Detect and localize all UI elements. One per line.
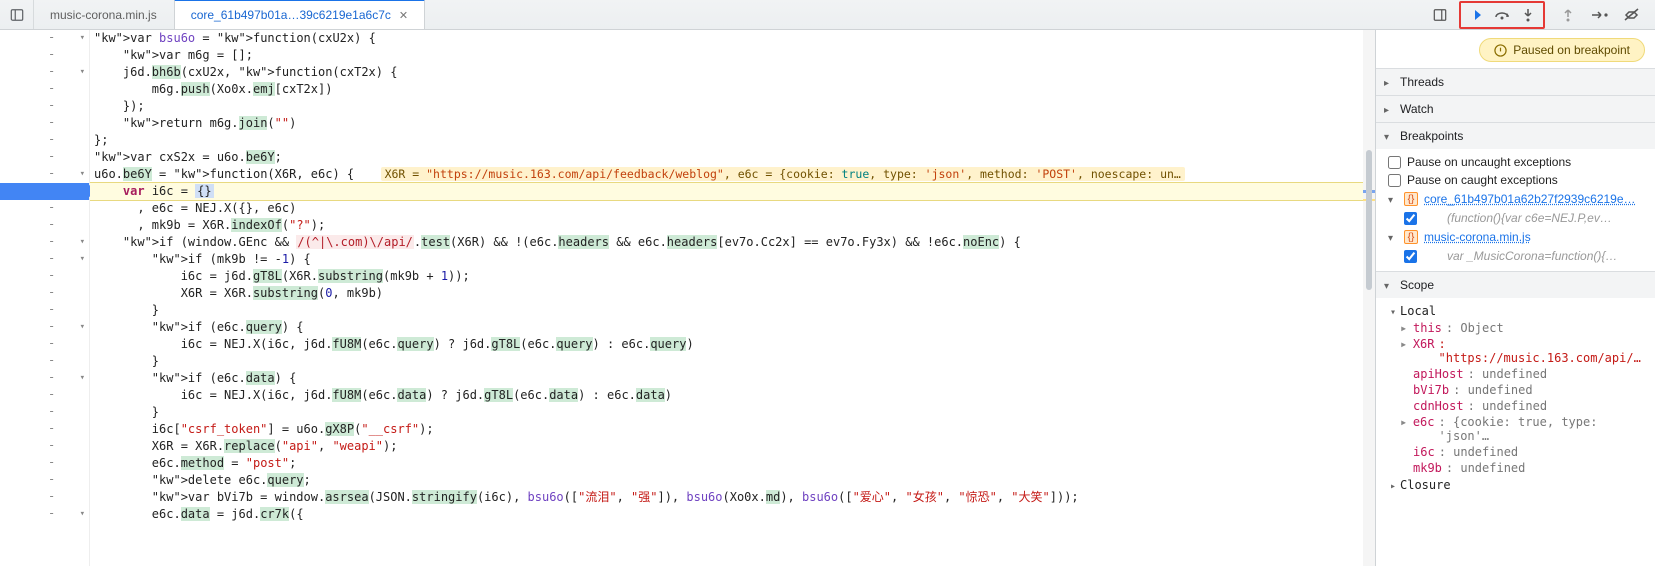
resume-icon[interactable] — [1463, 4, 1489, 26]
paused-label: Paused on breakpoint — [1513, 43, 1630, 57]
scope-cdnHost[interactable]: cdnHost: undefined — [1384, 398, 1651, 414]
section-scope[interactable]: Scope — [1376, 272, 1655, 298]
scope-i6c[interactable]: i6c: undefined — [1384, 444, 1651, 460]
debugger-sidebar: Paused on breakpoint Threads Watch Break… — [1375, 30, 1655, 566]
section-threads[interactable]: Threads — [1376, 69, 1655, 95]
breakpoint-file-1[interactable]: {}core_61b497b01a62b27f2939c6219e… — [1384, 189, 1651, 209]
close-icon[interactable]: ✕ — [399, 9, 408, 22]
scope-apiHost[interactable]: apiHost: undefined — [1384, 366, 1651, 382]
tab-core-active[interactable]: core_61b497b01a…39c6219e1a6c7c ✕ — [174, 0, 425, 29]
scope-X6R[interactable]: ▸X6R: "https://music.163.com/api/… — [1384, 336, 1651, 366]
tab-label: music-corona.min.js — [50, 8, 157, 22]
deactivate-breakpoints-icon[interactable] — [1619, 4, 1645, 26]
step-over-icon[interactable] — [1489, 4, 1515, 26]
step-icon[interactable] — [1587, 4, 1613, 26]
scope-local[interactable]: Local — [1384, 302, 1651, 320]
scrollbar[interactable] — [1363, 30, 1375, 566]
pause-uncaught-checkbox[interactable]: Pause on uncaught exceptions — [1384, 153, 1651, 171]
code-editor[interactable]: "kw">var bsu6o = "kw">function(cxU2x) { … — [90, 30, 1375, 566]
paused-status: Paused on breakpoint — [1479, 38, 1645, 62]
section-watch[interactable]: Watch — [1376, 96, 1655, 122]
scope-e6c[interactable]: ▸e6c: {cookie: true, type: 'json'… — [1384, 414, 1651, 444]
scope-mk9b[interactable]: mk9b: undefined — [1384, 460, 1651, 476]
scope-this[interactable]: ▸this: Object — [1384, 320, 1651, 336]
breakpoint-entry-2[interactable]: var _MusicCorona=function(){… — [1384, 247, 1651, 265]
line-gutter: ▾ ▾ ▾ ▾ ▾ ▾ ▾ ▾ — [0, 30, 90, 566]
section-breakpoints[interactable]: Breakpoints — [1376, 123, 1655, 149]
step-controls-highlight — [1459, 1, 1545, 29]
step-into-icon[interactable] — [1515, 4, 1541, 26]
breakpoint-file-2[interactable]: {}music-corona.min.js — [1384, 227, 1651, 247]
breakpoint-marker[interactable] — [0, 183, 89, 200]
scope-bVi7b[interactable]: bVi7b: undefined — [1384, 382, 1651, 398]
debugger-toolbar — [1427, 0, 1655, 29]
pause-caught-checkbox[interactable]: Pause on caught exceptions — [1384, 171, 1651, 189]
step-out-icon[interactable] — [1555, 4, 1581, 26]
tab-label: core_61b497b01a…39c6219e1a6c7c — [191, 8, 391, 22]
toggle-panel-icon[interactable] — [1427, 4, 1453, 26]
tab-bar: music-corona.min.js core_61b497b01a…39c6… — [0, 0, 1655, 30]
breakpoint-entry-1[interactable]: (function(){var c6e=NEJ.P,ev… — [1384, 209, 1651, 227]
tab-music-corona[interactable]: music-corona.min.js — [34, 0, 174, 29]
scope-closure[interactable]: Closure — [1384, 476, 1651, 494]
file-navigator-toggle[interactable] — [0, 0, 34, 29]
